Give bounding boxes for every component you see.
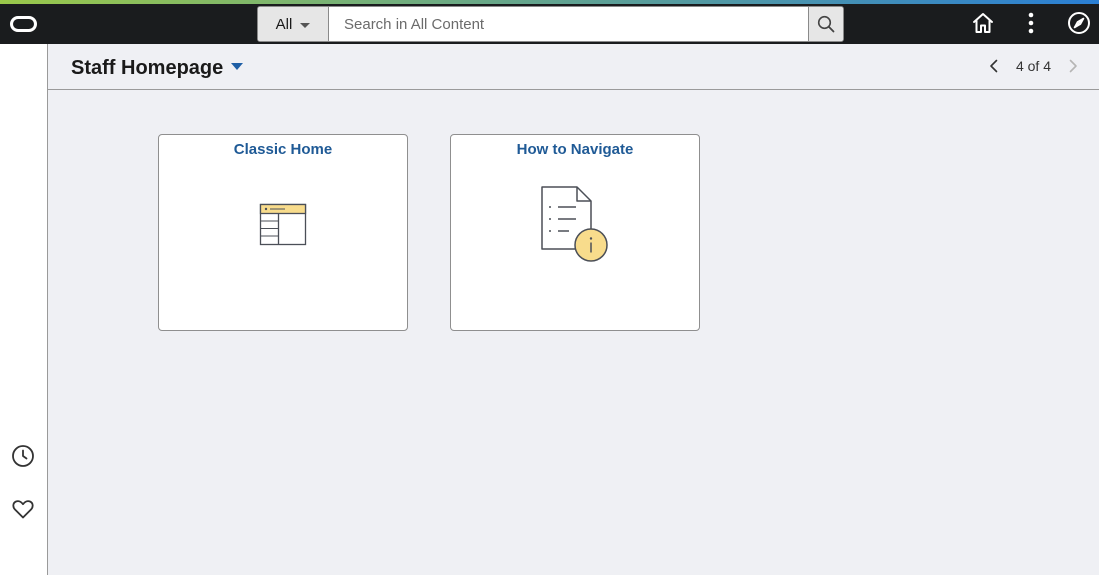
actions-menu-button[interactable] (1019, 11, 1043, 35)
page-pager: 4 of 4 (988, 58, 1079, 74)
search-input[interactable] (329, 7, 808, 41)
favorites-button[interactable] (11, 497, 35, 521)
tile-how-to-navigate[interactable]: How to Navigate (450, 134, 700, 331)
page-title: Staff Homepage (71, 57, 224, 79)
tile-title: How to Navigate (516, 141, 634, 158)
chevron-right-icon (1069, 59, 1077, 73)
favorites-heart-icon (12, 500, 34, 519)
search-scope-label: All (275, 15, 293, 33)
actions-menu-icon (1028, 12, 1034, 34)
page-header: Staff Homepage 4 of 4 (48, 44, 1099, 90)
recent-history-button[interactable] (11, 444, 35, 468)
chevron-down-icon (300, 22, 311, 28)
search-button[interactable] (808, 7, 843, 41)
left-side-rail (0, 44, 48, 575)
navigator-button[interactable] (1067, 11, 1091, 35)
home-button[interactable] (971, 11, 995, 35)
previous-page-button[interactable] (988, 58, 1000, 74)
navigator-compass-icon (1068, 12, 1090, 34)
homepage-selector[interactable]: Staff Homepage (71, 57, 244, 80)
next-page-button[interactable] (1067, 58, 1079, 74)
oracle-logo[interactable] (10, 16, 37, 32)
top-banner: All (0, 0, 1099, 44)
homepage-content: Staff Homepage 4 of 4 Classic Home How t… (48, 44, 1099, 575)
recent-history-clock-icon (12, 445, 34, 467)
home-icon (973, 13, 993, 33)
caret-down-icon (231, 63, 244, 70)
document-info-icon (541, 186, 608, 262)
chevron-left-icon (990, 59, 998, 73)
search-icon (817, 15, 835, 33)
tile-title: Classic Home (233, 141, 333, 158)
classic-home-icon (259, 203, 307, 246)
search-scope-dropdown[interactable]: All (258, 7, 329, 41)
pager-label: 4 of 4 (1015, 58, 1051, 74)
brand-accent-stripe (0, 0, 1099, 4)
global-search: All (257, 6, 844, 42)
tile-classic-home[interactable]: Classic Home (158, 134, 408, 331)
